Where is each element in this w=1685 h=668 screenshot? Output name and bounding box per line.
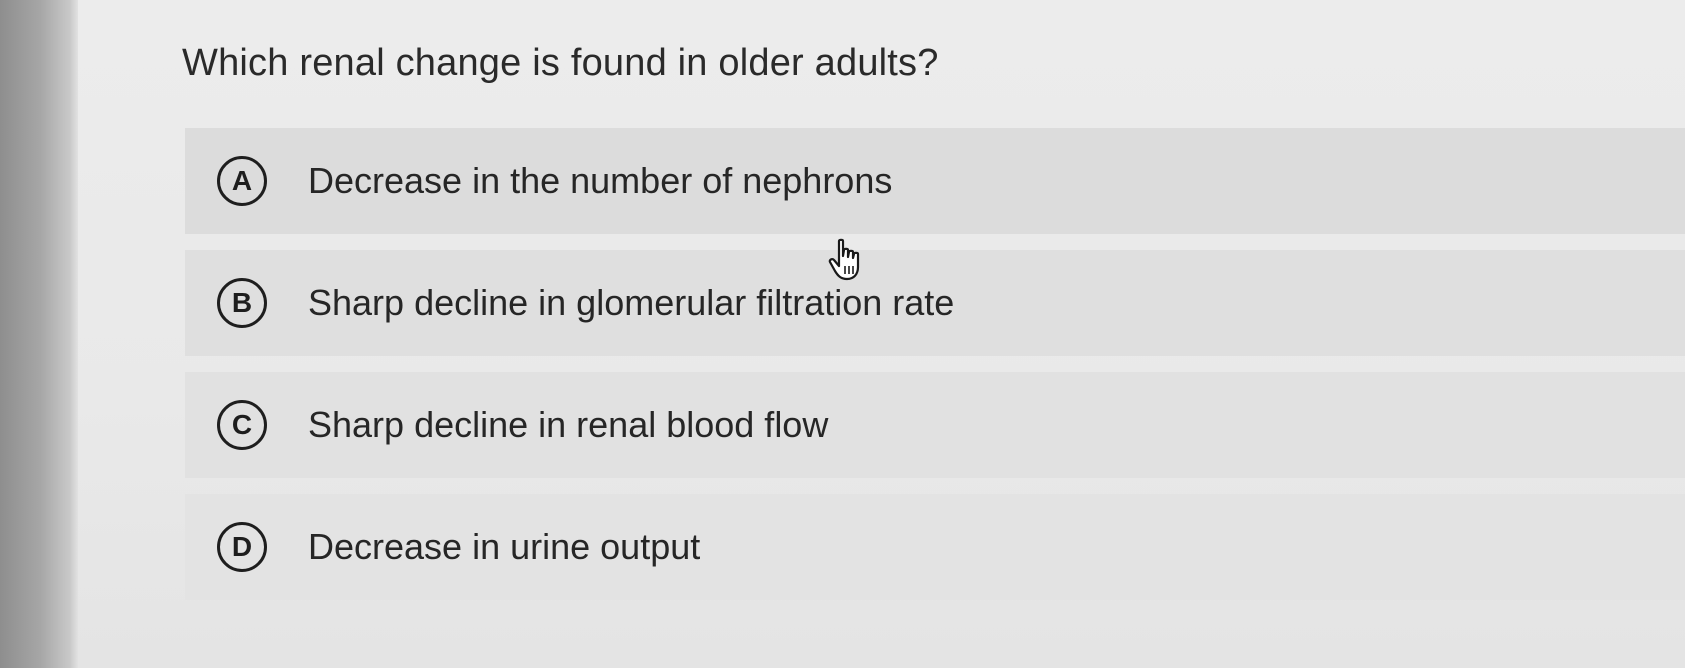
choice-b[interactable]: B Sharp decline in glomerular filtration…: [185, 250, 1685, 356]
choice-d-letter-badge[interactable]: D: [217, 522, 267, 572]
choice-b-label[interactable]: Sharp decline in glomerular filtration r…: [308, 282, 954, 324]
choice-b-letter-badge[interactable]: B: [217, 278, 267, 328]
answer-choices: A Decrease in the number of nephrons B S…: [185, 128, 1685, 616]
choice-c[interactable]: C Sharp decline in renal blood flow: [185, 372, 1685, 478]
choice-d-label[interactable]: Decrease in urine output: [308, 526, 700, 568]
question-text: Which renal change is found in older adu…: [182, 42, 939, 84]
choice-d[interactable]: D Decrease in urine output: [185, 494, 1685, 600]
choice-c-letter-badge[interactable]: C: [217, 400, 267, 450]
choice-a[interactable]: A Decrease in the number of nephrons: [185, 128, 1685, 234]
choice-a-label[interactable]: Decrease in the number of nephrons: [308, 160, 892, 202]
choice-a-letter-badge[interactable]: A: [217, 156, 267, 206]
hand-pointer-icon: [828, 238, 860, 281]
choice-c-label[interactable]: Sharp decline in renal blood flow: [308, 404, 828, 446]
screen: Which renal change is found in older adu…: [0, 0, 1685, 668]
